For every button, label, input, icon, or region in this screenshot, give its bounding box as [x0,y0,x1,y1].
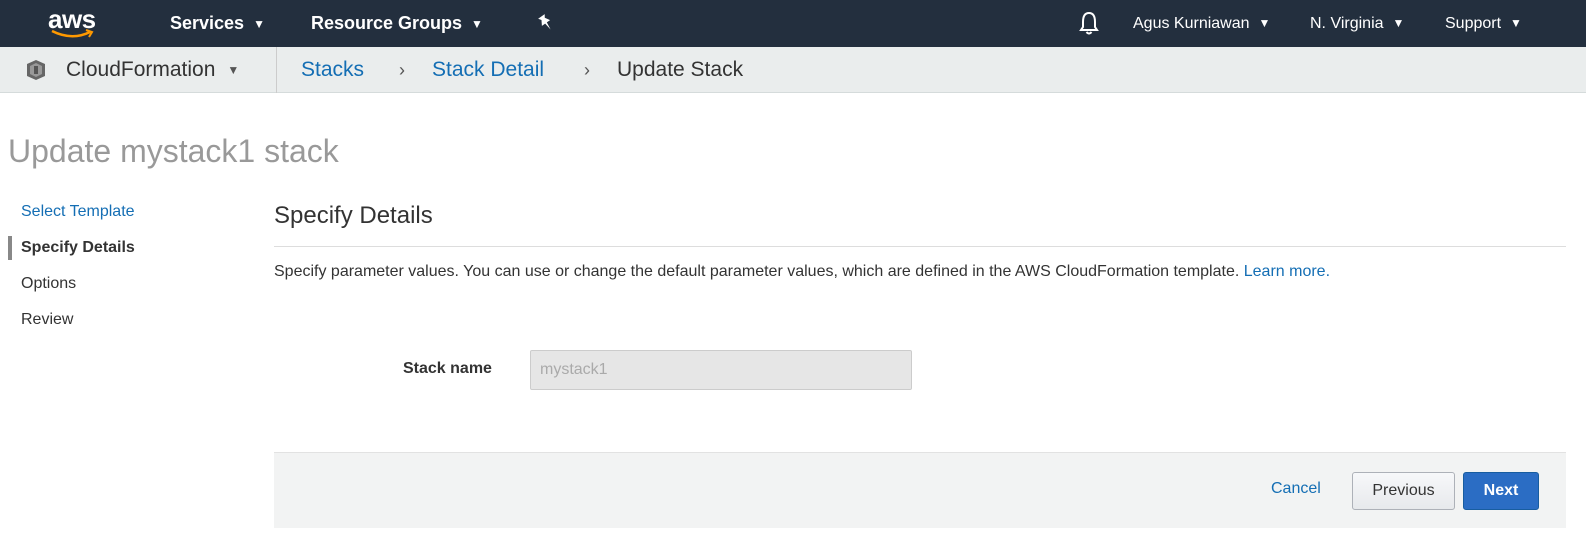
aws-smile-icon [51,29,94,38]
breadcrumb-stack-detail[interactable]: Stack Detail [432,47,544,93]
region-menu[interactable]: N. Virginia ▼ [1310,0,1404,47]
resource-groups-menu[interactable]: Resource Groups ▼ [311,0,483,47]
services-menu[interactable]: Services ▼ [170,0,265,47]
section-title: Specify Details [274,202,433,229]
user-menu[interactable]: Agus Kurniawan ▼ [1133,0,1270,47]
bell-icon[interactable] [1078,10,1100,36]
chevron-down-icon: ▼ [1258,16,1271,30]
breadcrumb-stacks[interactable]: Stacks [301,47,364,93]
breadcrumb-separator: › [584,60,590,80]
support-label: Support [1445,15,1502,32]
chevron-down-icon: ▼ [471,17,483,31]
region-label: N. Virginia [1310,15,1384,32]
wizard-step-label: Specify Details [21,239,135,256]
cloudformation-icon [27,60,45,80]
chevron-down-icon: ▼ [253,17,265,31]
service-switcher[interactable]: CloudFormation ▼ [66,47,239,93]
resource-groups-label: Resource Groups [311,13,463,33]
wizard-steps: Select Template Specify Details Options … [8,200,248,344]
wizard-step-options: Options [8,272,248,308]
breadcrumb-update-stack: Update Stack [617,58,744,81]
breadcrumb-divider [276,47,277,93]
breadcrumb: CloudFormation ▼ Stacks › Stack Detail › … [0,47,1586,93]
learn-more-link[interactable]: Learn more. [1244,263,1330,280]
breadcrumb-separator: › [399,60,405,80]
previous-button[interactable]: Previous [1352,472,1455,510]
description-text: Specify parameter values. You can use or… [274,263,1240,280]
pin-icon[interactable] [536,13,556,33]
chevron-down-icon: ▼ [1510,16,1522,30]
active-step-marker [8,236,12,260]
chevron-down-icon: ▼ [1392,16,1405,30]
next-button[interactable]: Next [1463,472,1539,510]
section-divider [274,246,1566,247]
services-label: Services [170,13,245,33]
section-description: Specify parameter values. You can use or… [274,263,1330,281]
wizard-step-label: Select Template [21,203,135,220]
wizard-step-label: Review [21,311,74,328]
aws-logo[interactable]: aws [48,4,100,42]
top-navigation-bar: aws Services ▼ Resource Groups ▼ Agus Kurn… [0,0,1586,47]
chevron-down-icon: ▼ [227,63,240,77]
stack-name-input[interactable] [530,350,912,390]
user-label: Agus Kurniawan [1133,15,1250,32]
cancel-button[interactable]: Cancel [1271,480,1321,498]
wizard-step-review: Review [8,308,248,344]
support-menu[interactable]: Support ▼ [1445,0,1522,47]
stack-name-label: Stack name [403,360,492,377]
service-label: CloudFormation [66,58,216,81]
wizard-step-label: Options [21,275,77,292]
page-title: Update mystack1 stack [8,133,339,169]
wizard-step-specify-details: Specify Details [8,236,248,272]
wizard-step-select-template[interactable]: Select Template [8,200,248,236]
